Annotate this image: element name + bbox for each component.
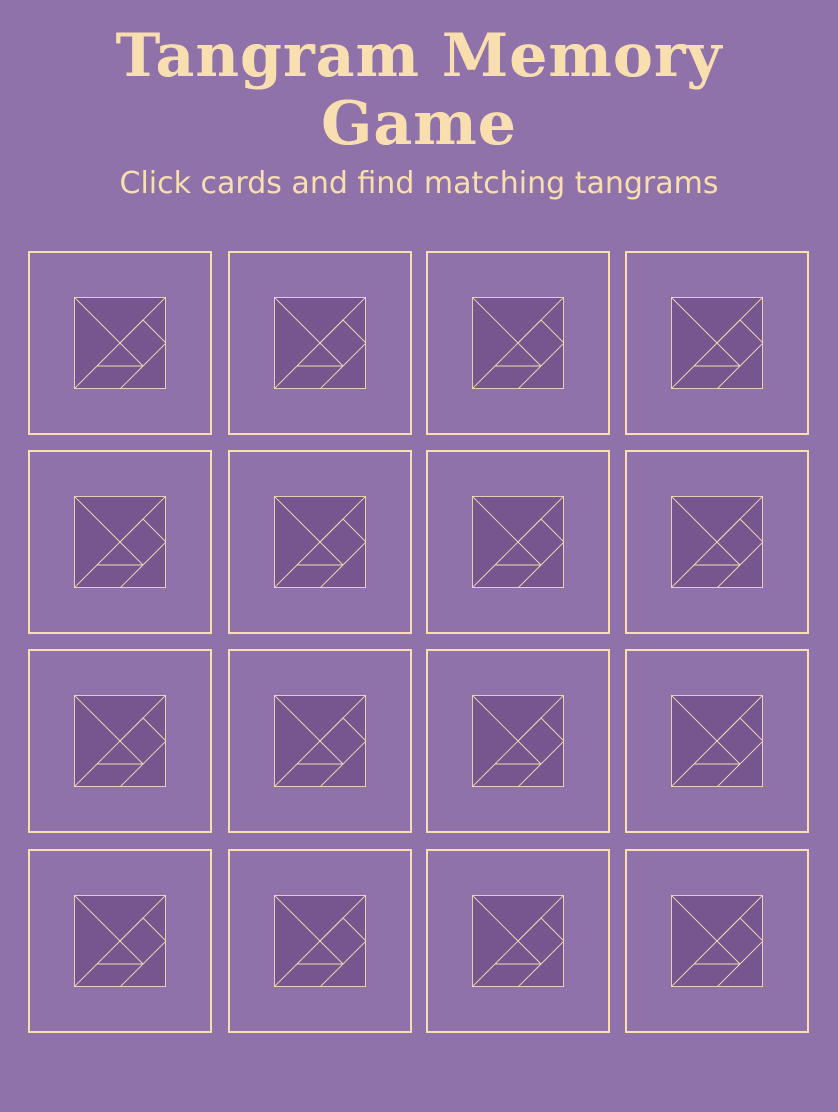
memory-card[interactable] [625,849,809,1033]
memory-card[interactable] [228,251,412,435]
memory-card[interactable] [228,849,412,1033]
tangram-icon [671,297,763,389]
tangram-icon [74,695,166,787]
tangram-icon [274,297,366,389]
memory-card[interactable] [228,649,412,833]
tangram-icon [274,695,366,787]
memory-card[interactable] [228,450,412,634]
tangram-icon [274,496,366,588]
tangram-icon [472,297,564,389]
tangram-icon [472,895,564,987]
memory-card[interactable] [28,649,212,833]
tangram-icon [274,895,366,987]
memory-card[interactable] [28,849,212,1033]
memory-card[interactable] [426,649,610,833]
memory-card[interactable] [28,251,212,435]
memory-card[interactable] [426,251,610,435]
memory-card[interactable] [426,849,610,1033]
memory-card[interactable] [426,450,610,634]
card-grid [0,0,838,1112]
tangram-icon [671,695,763,787]
tangram-icon [472,695,564,787]
tangram-icon [671,895,763,987]
tangram-icon [472,496,564,588]
tangram-icon [671,496,763,588]
tangram-icon [74,297,166,389]
memory-card[interactable] [625,649,809,833]
memory-card[interactable] [625,450,809,634]
tangram-icon [74,895,166,987]
tangram-icon [74,496,166,588]
memory-card[interactable] [625,251,809,435]
memory-card[interactable] [28,450,212,634]
